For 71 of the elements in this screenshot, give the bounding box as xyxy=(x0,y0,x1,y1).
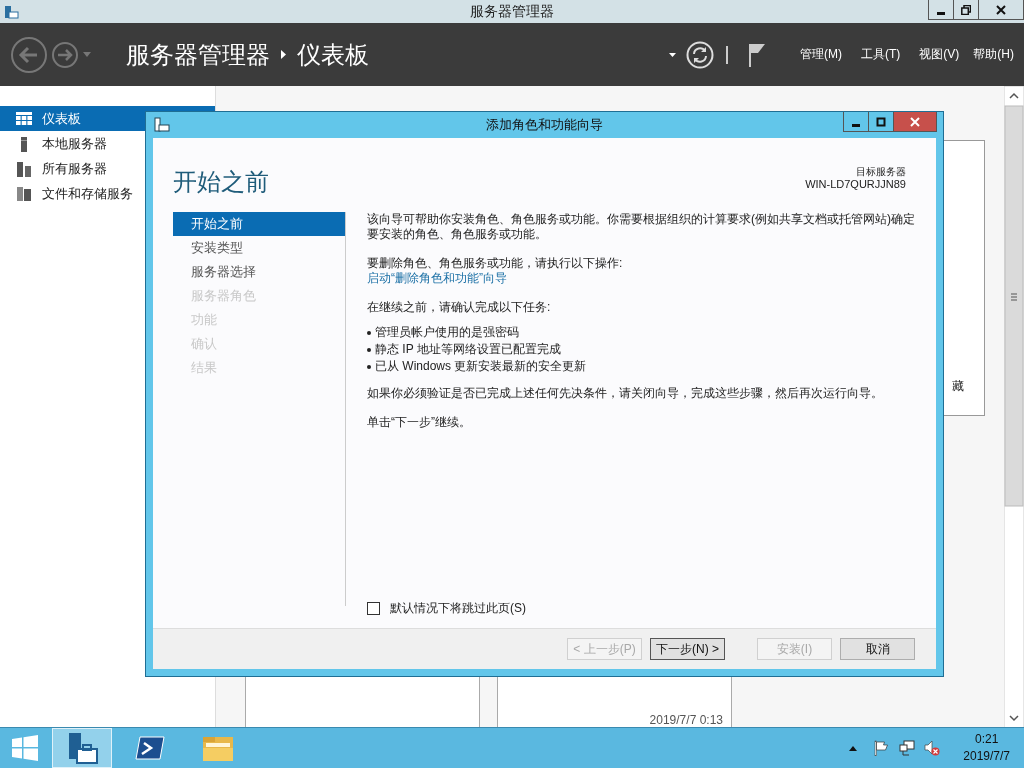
app-icon xyxy=(3,3,19,20)
maximize-icon xyxy=(876,116,886,127)
checkbox[interactable] xyxy=(367,602,380,615)
clock-time: 0:21 xyxy=(974,731,999,748)
target-label: 目标服务器 xyxy=(856,165,906,178)
window-title: 服务器管理器 xyxy=(470,2,554,21)
storage-icon xyxy=(16,185,32,202)
page-heading: 开始之前 xyxy=(173,167,269,197)
wizard-button[interactable]: 取消 xyxy=(840,638,915,660)
minimize-button[interactable] xyxy=(843,112,869,132)
menu-item[interactable]: 视图(V) xyxy=(919,46,960,63)
dialog-title: 添加角色和功能向导 xyxy=(486,116,603,134)
wizard-button[interactable]: 下一步(N) > xyxy=(650,638,725,660)
verify-text: 如果你必须验证是否已完成上述任何先决条件，请关闭向导，完成这些步骤，然后再次运行向导。 xyxy=(367,386,884,401)
servers-icon xyxy=(16,160,32,177)
before-prompt: 在继续之前，请确认完成以下任务: xyxy=(367,300,552,315)
sidebar-label: 所有服务器 xyxy=(42,159,107,178)
sidebar-label: 仪表板 xyxy=(42,109,81,128)
close-button[interactable] xyxy=(978,0,1024,20)
bullet-icon xyxy=(367,364,371,369)
close-icon xyxy=(996,4,1006,15)
caret-up-icon[interactable] xyxy=(849,745,858,751)
muted-speaker-icon[interactable] xyxy=(924,740,941,756)
menu-item[interactable]: 帮助(H) xyxy=(973,46,1014,63)
intro-text: 该向导可帮助你安装角色、角色服务或功能。你需要根据组织的计算要求(例如共享文档或托管网站)确定要安装的角色、角色服务或功能。 xyxy=(367,212,916,242)
scrollbar[interactable] xyxy=(1004,86,1024,728)
clock-date: 2019/7/7 xyxy=(963,748,1010,765)
clock[interactable]: 0:21 2019/7/7 xyxy=(963,731,1010,765)
bullet-icon xyxy=(367,330,371,335)
network-icon[interactable] xyxy=(899,740,916,756)
caret-icon[interactable] xyxy=(669,52,676,57)
chevron-icon xyxy=(281,50,286,59)
bullet-text: 管理员帐户使用的是强密码 xyxy=(375,325,519,340)
flag-icon[interactable] xyxy=(874,740,891,756)
sidebar-label: 文件和存储服务 xyxy=(42,184,133,203)
sidebar-label: 本地服务器 xyxy=(42,134,107,153)
remove-wizard-link[interactable]: 启动“删除角色和功能”向导 xyxy=(367,271,507,286)
next-hint: 单击“下一步”继续。 xyxy=(367,415,472,430)
remove-prompt: 要删除角色、角色服务或功能，请执行以下操作: xyxy=(367,256,624,271)
folder-icon xyxy=(202,734,234,762)
checkbox-label: 默认情况下将跳过此页(S) xyxy=(390,601,526,616)
start-icon[interactable] xyxy=(12,735,38,761)
flag-icon[interactable] xyxy=(748,42,766,67)
minimize-icon xyxy=(852,123,860,127)
sidebar-item[interactable]: 本地服务器 xyxy=(0,131,215,156)
close-icon xyxy=(910,116,920,127)
close-button[interactable] xyxy=(893,112,937,132)
wizard-icon xyxy=(154,117,170,133)
step-item[interactable]: 服务器选择 xyxy=(173,260,345,284)
restore-icon xyxy=(961,4,971,15)
breadcrumb-item: 仪表板 xyxy=(297,39,369,70)
separator-icon xyxy=(726,45,728,64)
timestamp: 2019/7/7 0:13 xyxy=(649,713,723,727)
refresh-icon[interactable] xyxy=(686,40,714,69)
step-item[interactable]: 安装类型 xyxy=(173,236,345,260)
menu-item[interactable]: 工具(T) xyxy=(861,46,901,63)
grid-icon xyxy=(16,112,32,125)
target-name: WIN-LD7QURJJN89 xyxy=(805,178,906,191)
bullet-text: 静态 IP 地址等网络设置已配置完成 xyxy=(375,342,561,357)
forward-icon[interactable] xyxy=(51,40,79,69)
breadcrumb-item: 服务器管理器 xyxy=(126,39,270,70)
bullet-icon xyxy=(367,347,371,352)
bullet-text: 已从 Windows 更新安装最新的安全更新 xyxy=(375,359,587,374)
step-item[interactable]: 开始之前 xyxy=(173,212,345,236)
taskbar-app[interactable] xyxy=(52,728,112,768)
terminal-icon xyxy=(135,735,165,761)
panel-text: 藏 xyxy=(952,378,964,395)
back-icon[interactable] xyxy=(10,35,48,74)
minimize-icon xyxy=(937,11,945,15)
minimize-button[interactable] xyxy=(928,0,954,20)
menu-item[interactable]: 管理(M) xyxy=(800,46,842,63)
